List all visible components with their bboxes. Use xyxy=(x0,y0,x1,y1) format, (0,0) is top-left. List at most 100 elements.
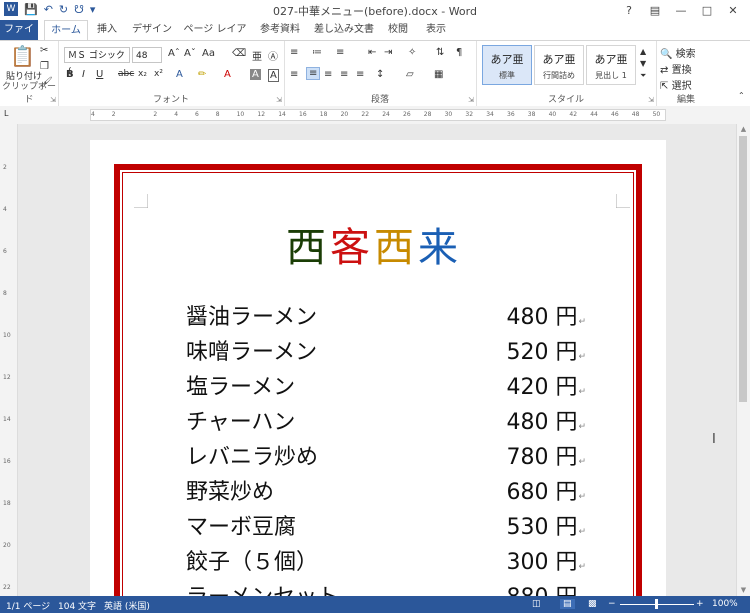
menu-item-price: 680 円 xyxy=(506,475,586,510)
web-layout-icon[interactable]: ▩ xyxy=(588,599,597,609)
menu-item-price: 480 円 xyxy=(506,405,586,440)
style-heading1-sample: あア亜 xyxy=(594,53,628,66)
paste-icon[interactable]: 📋 xyxy=(10,44,35,68)
read-mode-icon[interactable]: ◫ xyxy=(532,599,541,609)
paragraph-launcher-icon[interactable]: ⇲ xyxy=(468,96,474,104)
char-border-icon[interactable]: A xyxy=(268,69,279,82)
vruler-tick: 14 xyxy=(3,416,11,423)
find-icon: 🔍 xyxy=(660,49,673,60)
tab-mailings[interactable]: 差し込み文書 xyxy=(312,20,376,40)
font-size-select[interactable]: 48 xyxy=(132,47,162,63)
strikethrough-button[interactable]: abc xyxy=(118,69,134,79)
collapse-ribbon-icon[interactable]: ⌃ xyxy=(738,91,745,100)
tab-review[interactable]: 校閲 xyxy=(382,20,414,40)
text-effects-icon[interactable]: A xyxy=(176,69,183,80)
cut-icon[interactable]: ✂ xyxy=(40,45,48,56)
shading-icon[interactable]: ▱ xyxy=(406,69,414,80)
phonetic-guide-icon[interactable]: 亜 xyxy=(252,48,262,63)
ruler-tick: 32 xyxy=(465,111,474,118)
page-count[interactable]: 1/1 ページ xyxy=(6,599,50,612)
tab-insert[interactable]: 挿入 xyxy=(92,20,122,40)
vertical-scrollbar[interactable]: ▲ ▼ xyxy=(736,124,750,596)
font-name-select[interactable]: ＭＳ ゴシック ( xyxy=(64,47,130,77)
line-spacing-icon[interactable]: ↕ xyxy=(376,69,384,80)
multilevel-list-icon[interactable]: ≡ xyxy=(336,47,344,58)
asian-layout-icon[interactable]: ✧ xyxy=(408,47,416,58)
restaurant-logo: 西客西来 xyxy=(286,224,458,272)
highlight-icon[interactable]: ✏ xyxy=(198,69,206,80)
copy-icon[interactable]: ❐ xyxy=(40,61,49,72)
sort-icon[interactable]: ⇅ xyxy=(436,47,444,58)
tab-page-layout[interactable]: ページ レイアウト xyxy=(180,20,250,55)
clear-formatting-icon[interactable]: ⌫ xyxy=(232,48,246,59)
language[interactable]: 英語 (米国) xyxy=(104,599,150,612)
zoom-out-icon[interactable]: − xyxy=(608,599,616,609)
ruler-tick: 2 xyxy=(111,111,116,118)
vertical-ruler[interactable]: 2 4 6 8 10 12 14 16 18 20 22 xyxy=(0,124,18,596)
clipboard-launcher-icon[interactable]: ⇲ xyxy=(50,96,56,104)
decrease-indent-icon[interactable]: ⇤ xyxy=(368,47,376,58)
styles-scroll-down-icon[interactable]: ▼ xyxy=(640,59,646,68)
zoom-slider-handle[interactable] xyxy=(655,599,658,609)
editing-group: 🔍 検索 ⇄ 置換 ⇱ 選択 編集 xyxy=(656,41,716,107)
style-no-spacing-sample: あア亜 xyxy=(542,53,576,66)
replace-label: 置換 xyxy=(671,65,692,76)
font-color-icon[interactable]: A xyxy=(224,69,231,80)
select-button[interactable]: ⇱ 選択 xyxy=(660,77,692,92)
window-controls: ? ▤ — □ ✕ xyxy=(616,0,746,20)
distributed-icon[interactable]: ≡ xyxy=(356,69,364,80)
document-area[interactable]: 西客西来 醤油ラーメン480 円味噌ラーメン520 円塩ラーメン420 円チャー… xyxy=(18,124,737,596)
style-normal[interactable]: あア亜 標準 xyxy=(482,45,532,85)
styles-scroll-up-icon[interactable]: ▲ xyxy=(640,47,646,56)
align-center-icon[interactable]: ≡ xyxy=(306,67,321,80)
align-right-icon[interactable]: ≡ xyxy=(324,69,332,80)
scroll-up-icon[interactable]: ▲ xyxy=(737,124,750,135)
char-shading-icon[interactable]: A xyxy=(250,69,261,80)
vruler-tick: 8 xyxy=(3,290,7,297)
print-layout-icon[interactable]: ▤ xyxy=(560,599,575,609)
increase-indent-icon[interactable]: ⇥ xyxy=(384,47,392,58)
maximize-icon[interactable]: □ xyxy=(694,0,720,20)
tab-design[interactable]: デザイン xyxy=(130,20,174,40)
change-case-button[interactable]: Aa xyxy=(202,48,215,59)
close-icon[interactable]: ✕ xyxy=(720,0,746,20)
underline-button[interactable]: U xyxy=(96,69,103,80)
style-no-spacing[interactable]: あア亜 行間詰め xyxy=(534,45,584,85)
style-heading1-label: 見出し 1 xyxy=(595,71,627,80)
tab-home[interactable]: ホーム xyxy=(44,20,88,41)
justify-icon[interactable]: ≡ xyxy=(340,69,348,80)
borders-icon[interactable]: ▦ xyxy=(434,69,443,80)
find-button[interactable]: 🔍 検索 xyxy=(660,45,696,60)
horizontal-ruler[interactable]: L 4 2 2 4 6 8 10 12 14 16 18 20 22 24 26 28 30 32 34 36 38 40… xyxy=(0,106,750,125)
styles-more-icon[interactable]: ⏷ xyxy=(640,71,646,81)
italic-button[interactable]: I xyxy=(82,69,85,80)
subscript-button[interactable]: x₂ xyxy=(138,69,147,79)
zoom-level[interactable]: 100% xyxy=(712,599,738,609)
help-icon[interactable]: ? xyxy=(616,0,642,20)
scroll-down-icon[interactable]: ▼ xyxy=(737,585,750,596)
replace-button[interactable]: ⇄ 置換 xyxy=(660,61,692,76)
ruler-tick: 50 xyxy=(652,111,661,118)
superscript-button[interactable]: x² xyxy=(154,69,163,79)
tab-view[interactable]: 表示 xyxy=(420,20,452,40)
ribbon-display-icon[interactable]: ▤ xyxy=(642,0,668,20)
font-launcher-icon[interactable]: ⇲ xyxy=(276,96,282,104)
numbering-icon[interactable]: ≔ xyxy=(312,47,322,58)
style-heading1[interactable]: あア亜 見出し 1 xyxy=(586,45,636,85)
shrink-font-icon[interactable]: Aˇ xyxy=(184,48,196,59)
grow-font-icon[interactable]: Aˆ xyxy=(168,48,180,59)
tab-file[interactable]: ファイル xyxy=(0,20,38,55)
bold-button[interactable]: B xyxy=(66,69,74,80)
minimize-icon[interactable]: — xyxy=(668,0,694,20)
bullets-icon[interactable]: ≡ xyxy=(290,47,298,58)
scroll-thumb[interactable] xyxy=(739,136,747,402)
align-left-icon[interactable]: ≡ xyxy=(290,69,298,80)
tab-references[interactable]: 参考資料 xyxy=(256,20,304,40)
word-count[interactable]: 104 文字 xyxy=(58,599,96,612)
tab-selector-icon[interactable]: L xyxy=(4,109,8,118)
enclose-character-icon[interactable]: Ⓐ xyxy=(268,48,278,63)
styles-launcher-icon[interactable]: ⇲ xyxy=(648,96,654,104)
ribbon-tabs: ファイル ホーム 挿入 デザイン ページ レイアウト 参考資料 差し込み文書 校… xyxy=(0,20,750,59)
zoom-in-icon[interactable]: + xyxy=(696,599,704,609)
show-marks-icon[interactable]: ¶ xyxy=(456,47,462,58)
